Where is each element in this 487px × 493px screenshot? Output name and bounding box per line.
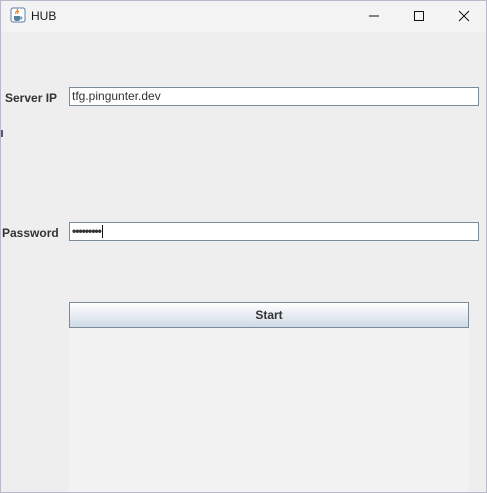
app-window: HUB Server IP tfg.pingunter.dev Password… xyxy=(0,0,487,493)
close-button[interactable] xyxy=(441,1,486,31)
form-panel: Server IP tfg.pingunter.dev Password •••… xyxy=(1,32,486,492)
password-label: Password xyxy=(2,226,59,240)
start-button-label: Start xyxy=(255,308,283,322)
server-ip-label: Server IP xyxy=(5,91,58,105)
text-caret xyxy=(101,225,103,239)
minimize-icon xyxy=(368,15,379,17)
title-bar[interactable]: HUB xyxy=(1,1,486,32)
minimize-button[interactable] xyxy=(351,1,396,31)
output-panel xyxy=(69,328,469,492)
close-icon xyxy=(458,10,469,22)
java-cup-icon xyxy=(10,7,26,23)
edge-mark xyxy=(1,130,3,137)
server-ip-field[interactable]: tfg.pingunter.dev xyxy=(69,87,479,106)
server-ip-value: tfg.pingunter.dev xyxy=(72,89,161,103)
password-masked-value: ••••••••• xyxy=(72,224,102,238)
maximize-icon xyxy=(413,11,424,21)
start-button[interactable]: Start xyxy=(69,302,469,328)
window-title: HUB xyxy=(31,9,57,23)
password-field[interactable]: ••••••••• xyxy=(69,222,479,241)
maximize-button[interactable] xyxy=(396,1,441,31)
